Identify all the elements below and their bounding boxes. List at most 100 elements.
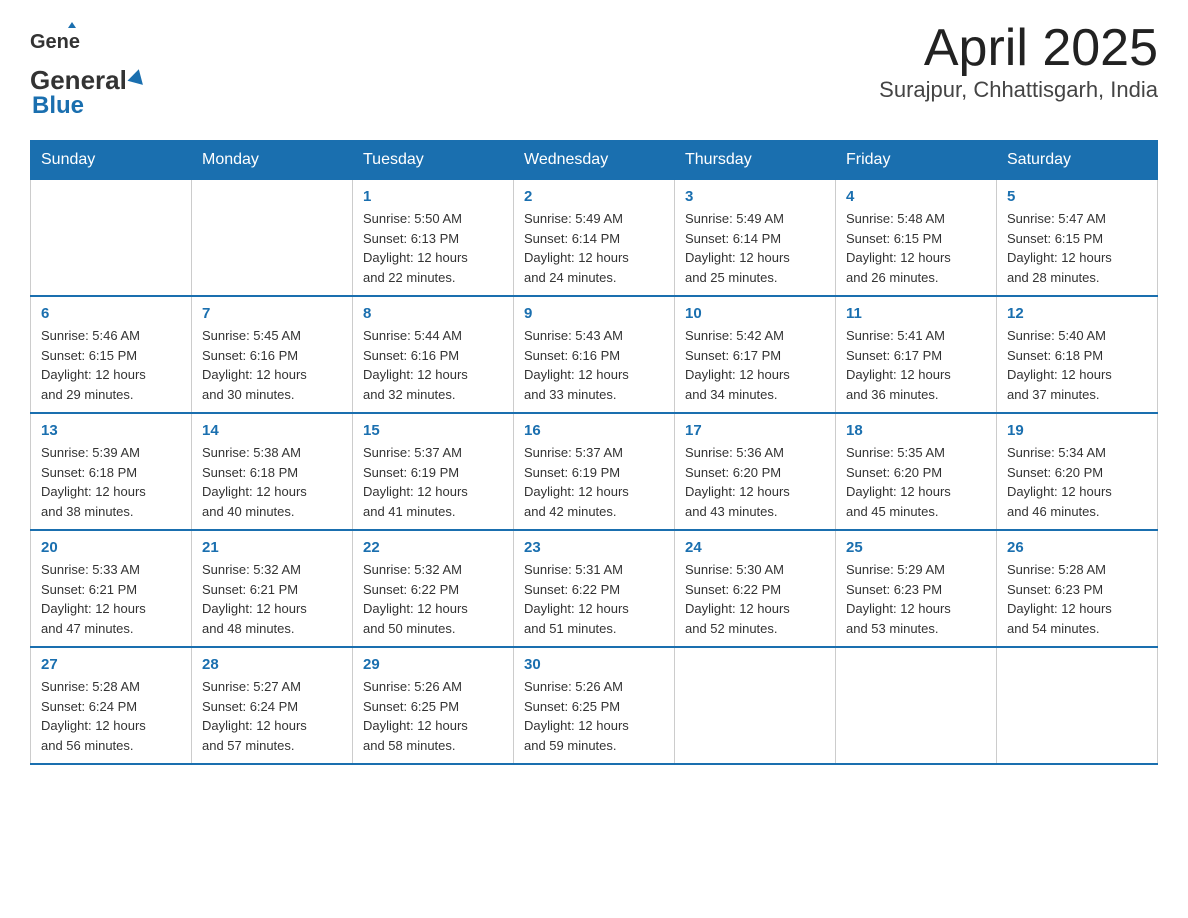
day-number: 1 (363, 188, 503, 205)
calendar-cell: 6Sunrise: 5:46 AMSunset: 6:15 PMDaylight… (31, 296, 192, 413)
day-info: Sunrise: 5:45 AMSunset: 6:16 PMDaylight:… (202, 326, 342, 404)
day-info: Sunrise: 5:26 AMSunset: 6:25 PMDaylight:… (363, 677, 503, 755)
day-info: Sunrise: 5:35 AMSunset: 6:20 PMDaylight:… (846, 443, 986, 521)
calendar-cell: 12 Sunrise: 5:40 AMSunset: 6:18 PMDayligh… (997, 296, 1158, 413)
day-header-saturday: Saturday (997, 141, 1158, 180)
day-number: 16 (524, 422, 664, 439)
calendar-cell: 22 Sunrise: 5:32 AMSunset: 6:22 PMDayligh… (353, 530, 514, 647)
calendar-cell: 3Sunrise: 5:49 AMSunset: 6:14 PMDaylight… (675, 180, 836, 297)
calendar-cell: 16 Sunrise: 5:37 AMSunset: 6:19 PMDayligh… (514, 413, 675, 530)
day-info: Sunrise: 5:48 AMSunset: 6:15 PMDaylight:… (846, 209, 986, 287)
calendar-cell: 13 Sunrise: 5:39 AMSunset: 6:18 PMDayligh… (31, 413, 192, 530)
day-info: Sunrise: 5:28 AMSunset: 6:23 PMDaylight:… (1007, 560, 1147, 638)
calendar-cell: 7 Sunrise: 5:45 AMSunset: 6:16 PMDaylight… (192, 296, 353, 413)
calendar-week-5: 27 Sunrise: 5:28 AMSunset: 6:24 PMDayligh… (31, 647, 1158, 764)
calendar-cell: 30 Sunrise: 5:26 AMSunset: 6:25 PMDayligh… (514, 647, 675, 764)
calendar-cell: 11 Sunrise: 5:41 AMSunset: 6:17 PMDayligh… (836, 296, 997, 413)
day-info: Sunrise: 5:30 AMSunset: 6:22 PMDaylight:… (685, 560, 825, 638)
calendar-cell (997, 647, 1158, 764)
day-info: Sunrise: 5:38 AMSunset: 6:18 PMDaylight:… (202, 443, 342, 521)
calendar-cell: 1 Sunrise: 5:50 AMSunset: 6:13 PMDaylight… (353, 180, 514, 297)
calendar-cell: 4 Sunrise: 5:48 AMSunset: 6:15 PMDaylight… (836, 180, 997, 297)
day-number: 19 (1007, 422, 1147, 439)
logo-triangle-icon (127, 67, 146, 85)
day-number: 22 (363, 539, 503, 556)
day-header-tuesday: Tuesday (353, 141, 514, 180)
day-number: 11 (846, 305, 986, 322)
day-header-friday: Friday (836, 141, 997, 180)
day-info: Sunrise: 5:27 AMSunset: 6:24 PMDaylight:… (202, 677, 342, 755)
logo-general-text: General (30, 65, 127, 95)
calendar-cell: 5 Sunrise: 5:47 AMSunset: 6:15 PMDaylight… (997, 180, 1158, 297)
days-of-week-row: SundayMondayTuesdayWednesdayThursdayFrid… (31, 141, 1158, 180)
calendar-cell (192, 180, 353, 297)
day-info: Sunrise: 5:37 AMSunset: 6:19 PMDaylight:… (363, 443, 503, 521)
calendar-location: Surajpur, Chhattisgarh, India (879, 77, 1158, 103)
day-info: Sunrise: 5:42 AMSunset: 6:17 PMDaylight:… (685, 326, 825, 404)
day-header-sunday: Sunday (31, 141, 192, 180)
day-number: 3 (685, 188, 825, 205)
day-number: 4 (846, 188, 986, 205)
logo-blue-text: Blue (32, 92, 84, 120)
day-header-thursday: Thursday (675, 141, 836, 180)
day-info: Sunrise: 5:47 AMSunset: 6:15 PMDaylight:… (1007, 209, 1147, 287)
calendar-cell (836, 647, 997, 764)
day-number: 2 (524, 188, 664, 205)
day-number: 28 (202, 656, 342, 673)
calendar-cell: 15Sunrise: 5:37 AMSunset: 6:19 PMDayligh… (353, 413, 514, 530)
calendar-body: 1 Sunrise: 5:50 AMSunset: 6:13 PMDaylight… (31, 180, 1158, 765)
calendar-week-4: 20 Sunrise: 5:33 AMSunset: 6:21 PMDayligh… (31, 530, 1158, 647)
calendar-cell: 29Sunrise: 5:26 AMSunset: 6:25 PMDayligh… (353, 647, 514, 764)
day-info: Sunrise: 5:28 AMSunset: 6:24 PMDaylight:… (41, 677, 181, 755)
day-number: 12 (1007, 305, 1147, 322)
calendar-cell: 8 Sunrise: 5:44 AMSunset: 6:16 PMDaylight… (353, 296, 514, 413)
day-info: Sunrise: 5:33 AMSunset: 6:21 PMDaylight:… (41, 560, 181, 638)
calendar-cell: 27 Sunrise: 5:28 AMSunset: 6:24 PMDayligh… (31, 647, 192, 764)
day-number: 8 (363, 305, 503, 322)
day-number: 5 (1007, 188, 1147, 205)
logo: General General Blue (30, 20, 145, 120)
calendar-week-3: 13 Sunrise: 5:39 AMSunset: 6:18 PMDayligh… (31, 413, 1158, 530)
day-info: Sunrise: 5:39 AMSunset: 6:18 PMDaylight:… (41, 443, 181, 521)
day-info: Sunrise: 5:32 AMSunset: 6:22 PMDaylight:… (363, 560, 503, 638)
day-info: Sunrise: 5:37 AMSunset: 6:19 PMDaylight:… (524, 443, 664, 521)
calendar-month-year: April 2025 (879, 20, 1158, 77)
day-number: 17 (685, 422, 825, 439)
day-number: 26 (1007, 539, 1147, 556)
calendar-cell: 28 Sunrise: 5:27 AMSunset: 6:24 PMDayligh… (192, 647, 353, 764)
day-info: Sunrise: 5:41 AMSunset: 6:17 PMDaylight:… (846, 326, 986, 404)
day-info: Sunrise: 5:44 AMSunset: 6:16 PMDaylight:… (363, 326, 503, 404)
day-number: 23 (524, 539, 664, 556)
calendar-cell (675, 647, 836, 764)
svg-text:General: General (30, 31, 80, 53)
calendar-week-2: 6Sunrise: 5:46 AMSunset: 6:15 PMDaylight… (31, 296, 1158, 413)
day-info: Sunrise: 5:43 AMSunset: 6:16 PMDaylight:… (524, 326, 664, 404)
calendar-title-block: April 2025 Surajpur, Chhattisgarh, India (879, 20, 1158, 103)
day-number: 13 (41, 422, 181, 439)
day-header-wednesday: Wednesday (514, 141, 675, 180)
calendar-cell: 23Sunrise: 5:31 AMSunset: 6:22 PMDayligh… (514, 530, 675, 647)
day-header-monday: Monday (192, 141, 353, 180)
calendar-cell: 19 Sunrise: 5:34 AMSunset: 6:20 PMDayligh… (997, 413, 1158, 530)
day-info: Sunrise: 5:29 AMSunset: 6:23 PMDaylight:… (846, 560, 986, 638)
calendar-cell: 9 Sunrise: 5:43 AMSunset: 6:16 PMDaylight… (514, 296, 675, 413)
calendar-cell: 17Sunrise: 5:36 AMSunset: 6:20 PMDayligh… (675, 413, 836, 530)
day-number: 27 (41, 656, 181, 673)
day-number: 9 (524, 305, 664, 322)
calendar-cell: 26 Sunrise: 5:28 AMSunset: 6:23 PMDayligh… (997, 530, 1158, 647)
calendar-cell: 14Sunrise: 5:38 AMSunset: 6:18 PMDayligh… (192, 413, 353, 530)
day-number: 18 (846, 422, 986, 439)
day-number: 21 (202, 539, 342, 556)
calendar-header: SundayMondayTuesdayWednesdayThursdayFrid… (31, 141, 1158, 180)
day-number: 30 (524, 656, 664, 673)
day-number: 7 (202, 305, 342, 322)
day-number: 24 (685, 539, 825, 556)
day-info: Sunrise: 5:46 AMSunset: 6:15 PMDaylight:… (41, 326, 181, 404)
day-info: Sunrise: 5:40 AMSunset: 6:18 PMDaylight:… (1007, 326, 1147, 404)
day-number: 20 (41, 539, 181, 556)
calendar-cell: 20 Sunrise: 5:33 AMSunset: 6:21 PMDayligh… (31, 530, 192, 647)
day-info: Sunrise: 5:50 AMSunset: 6:13 PMDaylight:… (363, 209, 503, 287)
day-info: Sunrise: 5:49 AMSunset: 6:14 PMDaylight:… (524, 209, 664, 287)
day-info: Sunrise: 5:34 AMSunset: 6:20 PMDaylight:… (1007, 443, 1147, 521)
day-info: Sunrise: 5:26 AMSunset: 6:25 PMDaylight:… (524, 677, 664, 755)
